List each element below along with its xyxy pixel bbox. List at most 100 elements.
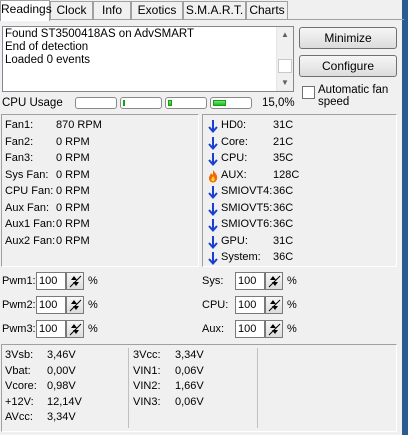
fan-speed: 0 RPM [56, 234, 90, 247]
temperature-value: 31C [273, 119, 294, 131]
voltage-name: 3Vcc: [133, 349, 161, 361]
voltage-value: 3,34V [175, 349, 204, 361]
pwm-spin-button[interactable] [66, 296, 84, 314]
window-edge [402, 0, 408, 435]
log-scrollbar[interactable]: ▲ ▼ [276, 27, 293, 91]
pwm-label: Pwm3: [2, 323, 36, 335]
temperature-name: CPU: [221, 152, 248, 164]
tab-clock[interactable]: Clock [50, 1, 93, 20]
spin-arrows-icon [268, 323, 281, 336]
pwm-spin-button[interactable] [66, 320, 84, 338]
log-line: Loaded 0 events [5, 54, 91, 66]
cpu-core-meter [210, 97, 252, 109]
pwm-value-input[interactable]: 100 [235, 320, 265, 338]
pwm-value-input[interactable]: 100 [235, 296, 265, 314]
pwm-unit: % [287, 275, 297, 287]
scroll-up-icon[interactable]: ▲ [277, 27, 293, 43]
pwm-spin-button[interactable] [265, 296, 283, 314]
voltage-column-divider [257, 348, 258, 428]
fan-speed: 870 RPM [56, 119, 102, 131]
fan-speed: 0 RPM [56, 168, 90, 181]
spin-arrows-icon [69, 323, 82, 336]
tab-exotics[interactable]: Exotics [131, 1, 183, 20]
cpu-core-meter-fill [213, 100, 226, 106]
voltage-value: 0,06V [175, 395, 204, 408]
pwm-label: Sys: [202, 275, 224, 287]
temperature-name: AUX: [221, 168, 247, 181]
down-arrow-icon [208, 202, 218, 216]
log-line: End of detection [5, 41, 89, 53]
pwm-value-input[interactable]: 100 [36, 320, 66, 338]
pwm-spin-button[interactable] [265, 320, 283, 338]
spin-arrows-icon [268, 275, 281, 288]
fan-name: Fan2: [5, 135, 34, 148]
spin-arrows-icon [69, 275, 82, 288]
log-line: Found ST3500418AS on AdvSMART [5, 28, 195, 40]
voltage-value: 3,46V [47, 349, 76, 361]
fan-name: Aux1 Fan: [5, 218, 56, 230]
voltage-value: 0,00V [47, 364, 76, 377]
voltage-name: +12V: [5, 395, 34, 408]
voltages-panel: 3Vsb: 3,46V Vbat: 0,00V Vcore: 0,98V +12V: 12,1… [1, 344, 397, 432]
pwm-value-input[interactable]: 100 [36, 296, 66, 314]
temperature-value: 36C [273, 185, 294, 197]
temperature-name: System: [221, 251, 261, 263]
tab-charts[interactable]: Charts [246, 1, 288, 20]
configure-button[interactable]: Configure [299, 55, 397, 77]
voltage-value: 3,34V [47, 411, 76, 423]
scroll-down-icon[interactable]: ▼ [277, 75, 293, 91]
fan-name: Fan3: [5, 152, 34, 164]
fan-name: Sys Fan: [5, 168, 49, 181]
temperature-value: 128C [273, 168, 300, 181]
voltage-value: 1,66V [175, 380, 204, 392]
pwm-unit: % [88, 299, 98, 311]
fan-speed: 0 RPM [56, 135, 90, 148]
pwm-value-input[interactable]: 100 [36, 272, 66, 290]
cpu-core-meter [165, 97, 207, 109]
tab-smart[interactable]: S.M.A.R.T. [183, 1, 246, 20]
fan-name: Aux2 Fan: [5, 234, 56, 247]
flame-icon [208, 169, 218, 182]
spin-arrows-icon [69, 299, 82, 312]
cpu-core-meter-fill [168, 100, 172, 106]
voltage-value: 0,98V [47, 380, 76, 392]
temperature-value: 35C [273, 152, 294, 164]
auto-fan-checkbox[interactable] [302, 86, 315, 99]
voltage-name: VIN1: [133, 364, 161, 377]
pwm-unit: % [88, 323, 98, 335]
spin-arrows-icon [268, 299, 281, 312]
tab-readings[interactable]: Readings [0, 0, 52, 21]
temperature-name: SMIOVT6: [221, 218, 273, 230]
fan-name: Fan1: [5, 119, 34, 131]
pwm-unit: % [287, 323, 297, 335]
pwm-spin-button[interactable] [66, 272, 84, 290]
voltage-column-divider [128, 348, 129, 428]
fan-speed: 0 RPM [56, 185, 90, 197]
down-arrow-icon [208, 136, 218, 150]
fans-panel: Fan1: 870 RPM Fan2: 0 RPM Fan3: 0 RPM Sys Fan:… [1, 114, 199, 267]
temperature-value: 36C [273, 251, 294, 263]
fan-speed: 0 RPM [56, 218, 90, 230]
pwm-label: Pwm2: [2, 299, 36, 311]
voltage-name: Vbat: [5, 364, 31, 377]
temperature-name: HD0: [221, 119, 247, 131]
temperature-value: 36C [273, 201, 294, 214]
cpu-core-meter [120, 97, 162, 109]
voltage-name: 3Vsb: [5, 349, 34, 361]
tab-divider [0, 19, 404, 20]
voltage-name: VIN2: [133, 380, 161, 392]
temperature-name: GPU: [221, 234, 248, 247]
minimize-button[interactable]: Minimize [299, 27, 397, 49]
event-log[interactable]: Found ST3500418AS on AdvSMART End of det… [2, 26, 294, 92]
cpu-core-meter [75, 97, 117, 109]
tab-bar: Readings Clock Info Exotics S.M.A.R.T. C… [0, 0, 408, 21]
temperature-value: 31C [273, 234, 294, 247]
tab-info[interactable]: Info [93, 1, 131, 20]
temperature-value: 21C [273, 135, 294, 148]
scroll-thumb[interactable] [278, 59, 292, 73]
pwm-spin-button[interactable] [265, 272, 283, 290]
cpu-usage-percent: 15,0% [262, 97, 295, 109]
cpu-core-meter-fill [123, 100, 125, 106]
pwm-value-input[interactable]: 100 [235, 272, 265, 290]
down-arrow-icon [208, 120, 218, 133]
